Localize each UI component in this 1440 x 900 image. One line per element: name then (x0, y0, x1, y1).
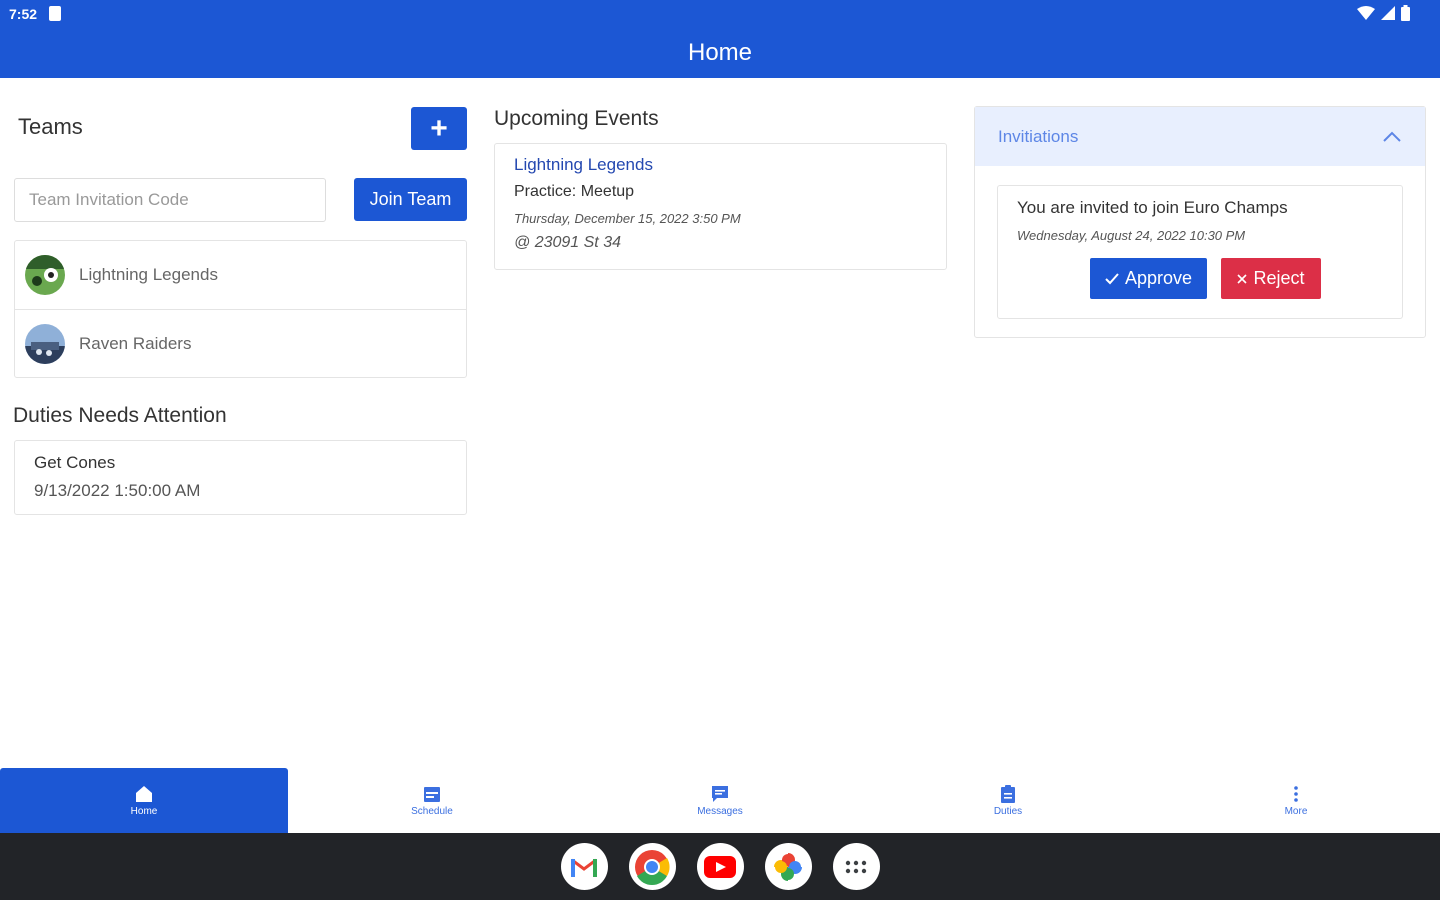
duty-name: Get Cones (34, 453, 116, 472)
bottom-nav: Home Schedule Messages Duties More (0, 768, 1440, 833)
event-team-link[interactable]: Lightning Legends (514, 155, 927, 175)
invitation-card: You are invited to join Euro Champs Wedn… (997, 185, 1403, 319)
invitation-date: Wednesday, August 24, 2022 10:30 PM (1017, 228, 1246, 243)
youtube-icon[interactable] (696, 843, 744, 890)
clipboard-icon (1001, 784, 1015, 803)
check-icon (1105, 272, 1119, 284)
teams-heading: Teams (18, 114, 83, 139)
team-invitation-code-input[interactable] (14, 178, 326, 222)
team-item-lightning-legends[interactable]: Lightning Legends (15, 241, 466, 309)
chevron-up-icon[interactable] (1382, 131, 1402, 143)
nav-messages[interactable]: Messages (576, 768, 864, 833)
nav-label: More (1284, 805, 1308, 817)
home-icon (136, 785, 152, 802)
nav-label: Schedule (411, 805, 453, 817)
close-icon (1237, 273, 1248, 284)
more-vertical-icon (1294, 785, 1298, 802)
nav-duties[interactable]: Duties (864, 768, 1152, 833)
event-date: Thursday, December 15, 2022 3:50 PM (514, 211, 741, 226)
schedule-icon (424, 786, 440, 802)
reject-button[interactable]: Reject (1221, 258, 1321, 299)
wifi-icon (1357, 6, 1375, 20)
invitations-header[interactable]: Invitiations (975, 107, 1425, 166)
add-team-button[interactable]: + (411, 107, 467, 150)
team-item-raven-raiders[interactable]: Raven Raiders (15, 309, 466, 377)
invitations-panel: Invitiations You are invited to join Eur… (974, 106, 1426, 338)
nav-more[interactable]: More (1152, 768, 1440, 833)
duty-date: 9/13/2022 1:50:00 AM (34, 481, 201, 500)
page-title: Home (687, 39, 753, 66)
event-card[interactable]: Lightning Legends Practice: Meetup Thurs… (494, 143, 947, 270)
event-location: @ 23091 St 34 (514, 234, 621, 251)
nav-label: Messages (697, 805, 743, 817)
reject-label: Reject (1253, 268, 1305, 288)
duties-heading: Duties Needs Attention (13, 404, 227, 427)
taskbar (0, 833, 1440, 900)
gmail-icon[interactable] (560, 843, 608, 890)
event-name: Practice: Meetup (514, 183, 635, 200)
app-drawer-icon[interactable] (832, 843, 880, 890)
nav-schedule[interactable]: Schedule (288, 768, 576, 833)
messages-icon (712, 785, 728, 802)
join-team-button[interactable]: Join Team (354, 178, 467, 221)
team-avatar (25, 255, 65, 295)
photos-icon[interactable] (764, 843, 812, 890)
events-heading: Upcoming Events (494, 107, 659, 130)
team-name: Raven Raiders (79, 333, 192, 353)
invitations-header-label: Invitiations (998, 126, 1079, 146)
status-icons (1357, 5, 1410, 21)
team-avatar (25, 323, 65, 364)
team-name: Lightning Legends (79, 265, 218, 284)
invitation-text: You are invited to join Euro Champs (1017, 198, 1288, 217)
status-bar: 7:52 (0, 0, 1440, 28)
sd-card-icon (49, 6, 61, 21)
status-time: 7:52 (9, 6, 38, 22)
battery-icon (1401, 5, 1410, 21)
nav-home[interactable]: Home (0, 768, 288, 833)
nav-label: Home (130, 805, 158, 817)
nav-label: Duties (993, 805, 1023, 817)
duty-card[interactable]: Get Cones 9/13/2022 1:50:00 AM (14, 440, 467, 515)
approve-label: Approve (1124, 268, 1193, 288)
approve-button[interactable]: Approve (1090, 258, 1207, 299)
chrome-icon[interactable] (628, 843, 676, 890)
app-bar: Home (0, 28, 1440, 78)
team-list: Lightning Legends Raven Raiders (14, 240, 467, 378)
invitation-actions: Approve Reject (1090, 258, 1321, 299)
signal-icon (1381, 6, 1395, 20)
